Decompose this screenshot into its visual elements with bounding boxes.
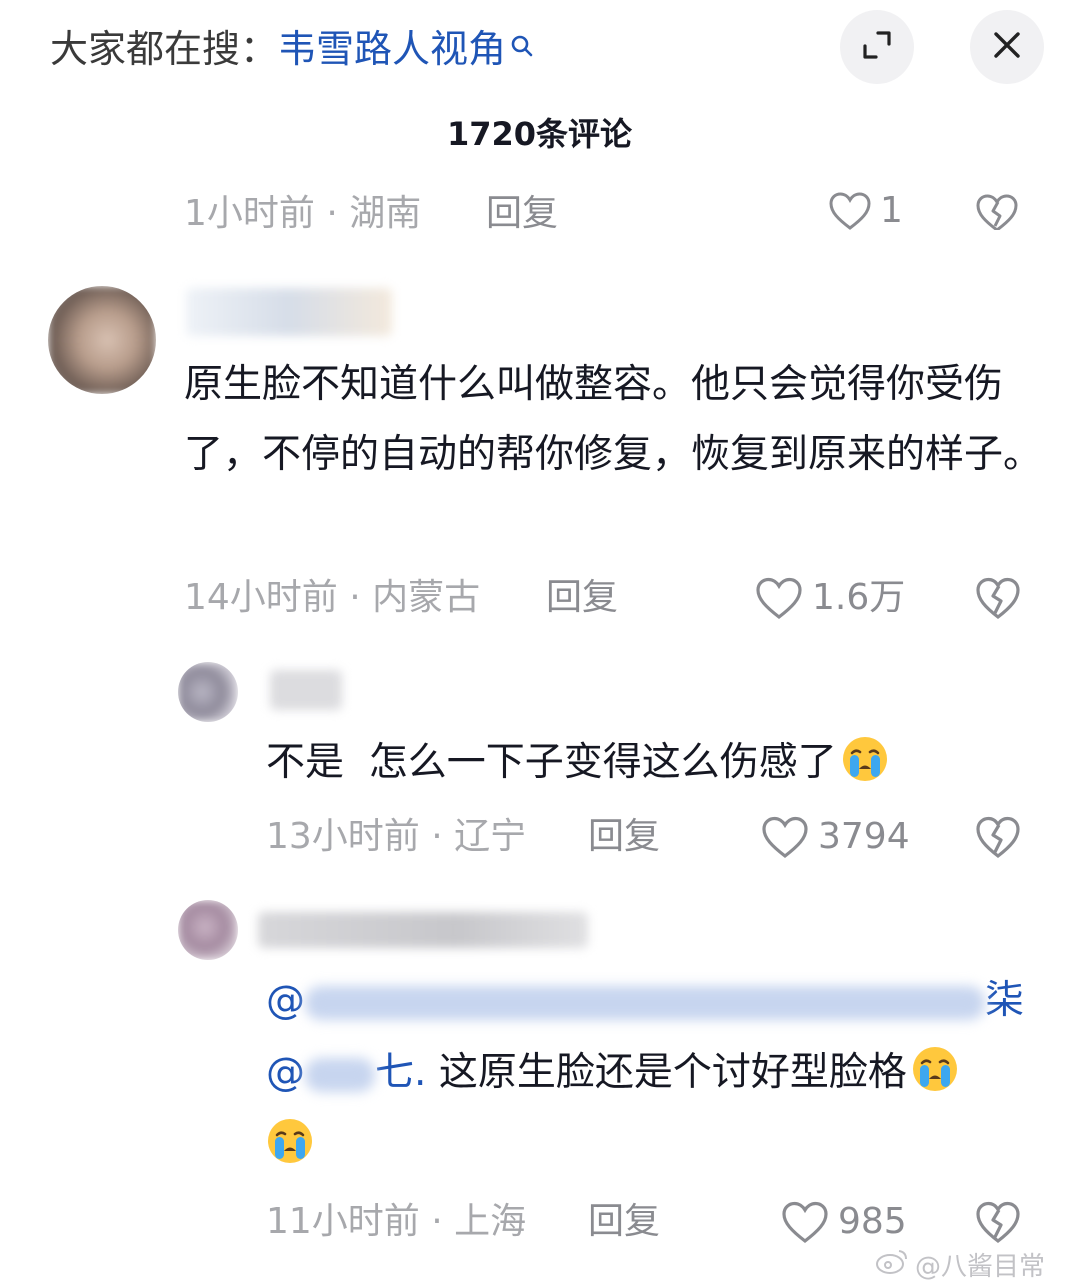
crying-face-emoji	[911, 1045, 959, 1093]
comment-meta-time: 1小时前 · 湖南	[184, 193, 422, 230]
reply-button[interactable]: 回复	[486, 192, 558, 230]
comment-count-title: 1720条评论	[446, 115, 633, 153]
crying-face-emoji	[841, 735, 889, 783]
reply-mentions-line: @ 柒	[266, 966, 1024, 1036]
heart-icon	[754, 576, 804, 620]
username-blurred[interactable]	[270, 670, 342, 710]
expand-button[interactable]	[840, 10, 914, 84]
heart-icon	[828, 192, 872, 230]
like-count: 3794	[818, 816, 910, 857]
username-blurred[interactable]	[186, 288, 392, 336]
comment-meta: 13小时前 · 辽宁	[266, 816, 527, 857]
mention-link[interactable]: @ 七.	[266, 1050, 426, 1095]
comment-text: @ 七. 这原生脸还是个讨好型脸格	[266, 1038, 959, 1108]
heart-icon	[780, 1200, 830, 1244]
like-button[interactable]: 3794	[760, 815, 910, 859]
reply-button[interactable]: 回复	[588, 1200, 660, 1244]
close-button[interactable]	[970, 10, 1044, 84]
dislike-button[interactable]	[974, 192, 1020, 230]
comment-meta: 11小时前 · 上海	[266, 1201, 527, 1242]
comment-text: 原生脸不知道什么叫做整容。他只会觉得你受伤了，不停的自动的帮你修复，恢复到原来的…	[184, 362, 1043, 477]
avatar[interactable]	[178, 662, 238, 722]
dislike-button[interactable]	[974, 1200, 1022, 1244]
search-icon	[510, 24, 534, 57]
heart-icon	[760, 815, 810, 859]
search-prefix: 大家都在搜：	[50, 27, 279, 71]
like-button[interactable]: 985	[780, 1200, 907, 1244]
like-count: 1.6万	[812, 577, 906, 618]
broken-heart-icon	[974, 576, 1022, 620]
like-count: 985	[838, 1201, 907, 1242]
comment-meta: 14小时前 · 内蒙古	[184, 577, 481, 618]
comment-text: 不是 怎么一下子变得这么伤感了	[266, 728, 889, 798]
reply-button[interactable]: 回复	[588, 815, 660, 859]
dislike-button[interactable]	[974, 815, 1022, 859]
avatar[interactable]	[178, 900, 238, 960]
mention-link[interactable]: @ 柒	[266, 978, 1024, 1023]
search-term-link[interactable]: 韦雪路人视角	[278, 27, 506, 71]
avatar[interactable]	[48, 286, 156, 394]
mention-blurred	[305, 1057, 375, 1092]
close-icon	[992, 30, 1022, 64]
reply-button[interactable]: 回复	[546, 576, 618, 620]
watermark: @八酱目常	[875, 1246, 1045, 1283]
expand-icon	[860, 28, 894, 66]
broken-heart-icon	[974, 815, 1022, 859]
dislike-button[interactable]	[974, 576, 1022, 620]
like-count: 1	[880, 192, 903, 230]
broken-heart-icon	[974, 192, 1020, 230]
comment-text-emoji-line	[266, 1110, 314, 1180]
mention-blurred	[305, 985, 985, 1020]
like-button[interactable]: 1.6万	[754, 576, 905, 620]
comments-panel: 大家都在搜：韦雪路人视角 1720条评论 1小时前 · 湖南 回复 1 原生脸不…	[0, 0, 1079, 1288]
username-blurred[interactable]	[258, 912, 588, 948]
like-button[interactable]: 1	[828, 192, 903, 230]
weibo-logo-icon	[875, 1247, 909, 1282]
broken-heart-icon	[974, 1200, 1022, 1244]
trending-search-bar[interactable]: 大家都在搜：韦雪路人视角	[50, 24, 534, 74]
crying-face-emoji	[266, 1117, 314, 1165]
